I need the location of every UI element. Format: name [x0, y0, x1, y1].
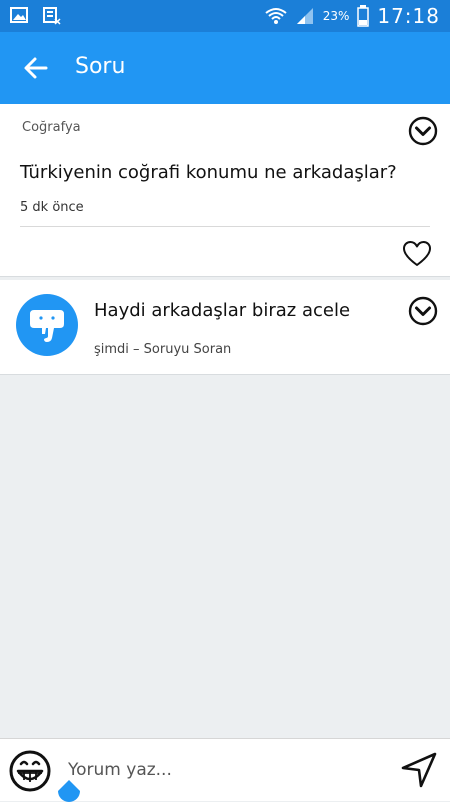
- elephant-icon: [30, 310, 64, 342]
- page-title: Soru: [75, 54, 126, 79]
- avatar[interactable]: [16, 294, 78, 356]
- question-text: Türkiyenin coğrafi konumu ne arkadaşlar?: [20, 162, 397, 183]
- divider: [20, 226, 430, 227]
- send-navigation-icon[interactable]: [400, 751, 438, 789]
- battery-percent: 23%: [322, 9, 350, 23]
- gallery-icon: [10, 7, 28, 23]
- signal-icon: [296, 8, 313, 24]
- sim-card-icon: [43, 7, 61, 25]
- question-time: 5 dk önce: [20, 200, 84, 215]
- grin-emoji-icon[interactable]: [8, 749, 52, 793]
- arrow-left-icon[interactable]: [20, 52, 52, 84]
- answer-card: Haydi arkadaşlar biraz acele şimdi – Sor…: [0, 280, 450, 375]
- question-category: Coğrafya: [22, 120, 81, 135]
- status-bar: 23% 17:18: [0, 0, 450, 32]
- answer-text: Haydi arkadaşlar biraz acele: [94, 300, 351, 321]
- chevron-down-circle-icon[interactable]: [408, 116, 438, 146]
- battery-icon: [357, 5, 370, 27]
- heart-outline-icon[interactable]: [402, 240, 432, 268]
- answer-meta: şimdi – Soruyu Soran: [94, 342, 232, 357]
- comment-input[interactable]: [66, 751, 380, 789]
- app-bar: Soru: [0, 32, 450, 104]
- question-card: Coğrafya Türkiyenin coğrafi konumu ne ar…: [0, 104, 450, 277]
- text-cursor-handle-icon[interactable]: [58, 780, 80, 802]
- chevron-down-circle-icon[interactable]: [408, 296, 438, 326]
- wifi-icon: [265, 8, 287, 24]
- status-time: 17:18: [377, 4, 440, 28]
